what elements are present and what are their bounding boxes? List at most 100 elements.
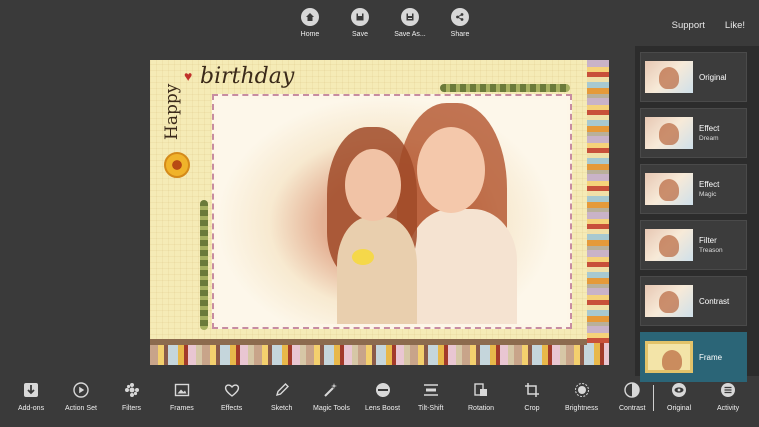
save-button[interactable]: Save (335, 8, 385, 44)
action-set-label: Action Set (65, 405, 97, 412)
save-label: Save (352, 31, 368, 38)
frames-label: Frames (170, 405, 194, 412)
tilt-shift-button[interactable]: Tilt-Shift (418, 381, 443, 412)
contrast-button[interactable]: Contrast (619, 381, 645, 412)
toolbar-divider (653, 385, 654, 411)
frame-vine-top (440, 84, 570, 92)
history-item-subtitle: Dream (699, 135, 719, 142)
add-ons-label: Add-ons (18, 405, 45, 412)
photo-figure (407, 209, 517, 324)
thumbnail (645, 61, 693, 93)
filters-label: Filters (122, 405, 142, 412)
sketch-label: Sketch (271, 405, 293, 412)
brightness-button[interactable]: Brightness (565, 381, 598, 412)
add-ons-icon (22, 381, 40, 399)
add-ons-button[interactable]: Add-ons (18, 381, 44, 412)
flower-icon (164, 152, 190, 178)
history-item-effect-dream[interactable]: Effect Dream (640, 108, 747, 158)
photo-figure (337, 217, 417, 324)
save-icon (351, 8, 369, 26)
home-icon (301, 8, 319, 26)
rotation-label: Rotation (468, 405, 495, 412)
original-label: Original (667, 405, 692, 412)
history-item-frame[interactable]: Frame (640, 332, 747, 382)
history-item-original[interactable]: Original (640, 52, 747, 102)
rotation-icon (472, 381, 490, 399)
save-as-icon (401, 8, 419, 26)
frames-button[interactable]: Frames (170, 381, 194, 412)
top-links: Support Like! (672, 20, 745, 31)
frame-vine-left (200, 200, 208, 330)
tilt-shift-icon (422, 381, 440, 399)
history-item-title: Effect (699, 124, 720, 133)
history-item-title: Original (699, 72, 727, 82)
history-item-contrast[interactable]: Contrast (640, 276, 747, 326)
eye-icon (670, 381, 688, 399)
filters-icon (123, 381, 141, 399)
thumbnail (645, 117, 693, 149)
save-as-button[interactable]: Save As... (385, 8, 435, 44)
lens-icon (374, 381, 392, 399)
bottom-toolbar: Add-ons Action Set Filters Frames Effect… (0, 381, 759, 421)
thumbnail (645, 285, 693, 317)
magic-wand-icon (322, 381, 340, 399)
photo-figure (352, 249, 374, 265)
tilt-shift-label: Tilt-Shift (418, 405, 444, 412)
history-item-subtitle: Treason (699, 247, 723, 254)
photo-frame (212, 94, 572, 329)
thumbnail (645, 173, 693, 205)
activity-icon (719, 381, 737, 399)
magic-tools-button[interactable]: Magic Tools (313, 381, 350, 412)
history-item-filter-treason[interactable]: Filter Treason (640, 220, 747, 270)
crop-button[interactable]: Crop (523, 381, 541, 412)
action-set-button[interactable]: Action Set (65, 381, 97, 412)
frame-stripes-bottom (150, 343, 609, 365)
support-link[interactable]: Support (672, 20, 705, 31)
effects-label: Effects (221, 405, 243, 412)
history-item-title: Contrast (699, 296, 730, 306)
effects-history-panel: Original Effect Dream Effect Magic Filte… (635, 46, 759, 382)
top-toolbar: Home Save Save As... Share (285, 8, 485, 44)
home-label: Home (300, 31, 320, 38)
sketch-button[interactable]: Sketch (271, 381, 292, 412)
frame-ribbon (150, 339, 587, 345)
heart-outline-icon (223, 381, 241, 399)
save-as-label: Save As... (394, 31, 426, 38)
thumbnail (645, 341, 693, 373)
original-button[interactable]: Original (667, 381, 691, 412)
photo (217, 99, 567, 324)
magic-tools-label: Magic Tools (313, 405, 350, 412)
heart-icon: ♥ (184, 68, 193, 84)
photo-canvas[interactable]: ♥ birthday Happy (150, 60, 609, 365)
lens-boost-label: Lens Boost (365, 405, 401, 412)
sun-icon (573, 381, 591, 399)
history-item-effect-magic[interactable]: Effect Magic (640, 164, 747, 214)
share-label: Share (450, 31, 470, 38)
filters-button[interactable]: Filters (122, 381, 141, 412)
brightness-label: Brightness (565, 405, 599, 412)
home-button[interactable]: Home (285, 8, 335, 44)
frames-icon (173, 381, 191, 399)
contrast-label: Contrast (619, 405, 646, 412)
photo-figure (417, 127, 485, 213)
history-item-title: Filter (699, 236, 717, 245)
frame-birthday-text: birthday (200, 64, 295, 89)
history-item-title: Effect (699, 180, 720, 189)
history-item-title: Frame (699, 352, 723, 362)
crop-icon (523, 381, 541, 399)
share-icon (451, 8, 469, 26)
frame-stripes-right (587, 60, 609, 365)
share-button[interactable]: Share (435, 8, 485, 44)
contrast-icon (623, 381, 641, 399)
play-icon (72, 381, 90, 399)
lens-boost-button[interactable]: Lens Boost (365, 381, 400, 412)
rotation-button[interactable]: Rotation (468, 381, 494, 412)
thumbnail (645, 229, 693, 261)
activity-button[interactable]: Activity (717, 381, 739, 412)
history-item-subtitle: Magic (699, 191, 717, 198)
activity-label: Activity (717, 405, 740, 412)
pencil-icon (273, 381, 291, 399)
crop-label: Crop (524, 405, 540, 412)
effects-button[interactable]: Effects (221, 381, 242, 412)
like-link[interactable]: Like! (725, 20, 745, 31)
